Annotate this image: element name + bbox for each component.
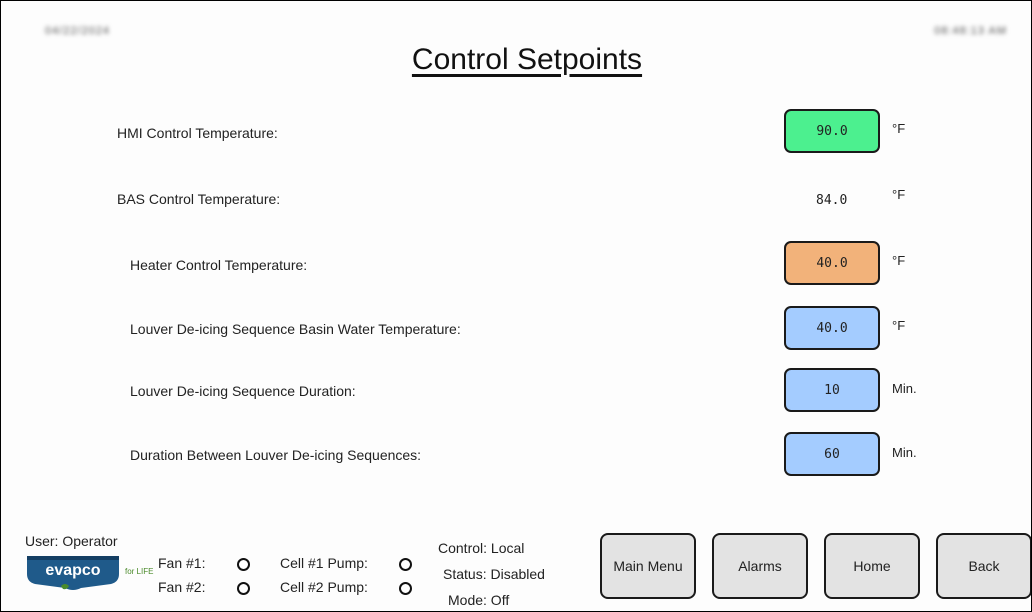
logo-wordmark: evapco <box>45 562 100 579</box>
run-status: Status: Disabled <box>443 566 545 582</box>
louver-interval-unit: Min. <box>892 445 917 460</box>
fan2-status-indicator <box>237 582 250 595</box>
bas-control-temp-value: 84.0 <box>816 193 848 208</box>
pump2-label: Cell #2 Pump: <box>280 579 368 595</box>
fan1-label: Fan #1: <box>158 555 206 571</box>
date-display: 04/22/2024 <box>45 25 111 37</box>
louver-basin-temp-unit: °F <box>892 318 906 333</box>
logo-tagline: for LIFE <box>125 567 154 576</box>
pump1-label: Cell #1 Pump: <box>280 555 368 571</box>
heater-control-temp-label: Heater Control Temperature: <box>130 257 308 273</box>
hmi-control-temp-input[interactable]: 90.0 <box>784 109 880 153</box>
louver-interval-label: Duration Between Louver De-icing Sequenc… <box>130 447 422 463</box>
heater-control-temp-unit: °F <box>892 253 906 268</box>
louver-duration-input[interactable]: 10 <box>784 368 880 412</box>
main-menu-button[interactable]: Main Menu <box>600 533 696 599</box>
evapco-logo: evapco <box>27 556 119 590</box>
hmi-screen: 04/22/2024 08:48:13 AM Control Setpoints… <box>0 0 1032 612</box>
louver-duration-unit: Min. <box>892 381 917 396</box>
hmi-control-temp-unit: °F <box>892 121 906 136</box>
louver-interval-input[interactable]: 60 <box>784 432 880 476</box>
louver-basin-temp-input[interactable]: 40.0 <box>784 306 880 350</box>
pump1-status-indicator <box>399 558 412 571</box>
hmi-control-temp-label: HMI Control Temperature: <box>117 125 278 141</box>
back-button[interactable]: Back <box>936 533 1031 599</box>
louver-basin-temp-label: Louver De-icing Sequence Basin Water Tem… <box>130 321 461 337</box>
heater-control-temp-input[interactable]: 40.0 <box>784 241 880 285</box>
user-label: User: Operator <box>25 533 118 549</box>
bas-control-temp-unit: °F <box>892 187 906 202</box>
pump2-status-indicator <box>399 582 412 595</box>
control-status: Control: Local <box>438 540 525 556</box>
fan2-label: Fan #2: <box>158 579 206 595</box>
mode-status: Mode: Off <box>448 592 510 608</box>
fan1-status-indicator <box>237 558 250 571</box>
page-title: Control Setpoints <box>411 43 643 76</box>
louver-duration-label: Louver De-icing Sequence Duration: <box>130 383 356 399</box>
alarms-button[interactable]: Alarms <box>712 533 808 599</box>
bas-control-temp-label: BAS Control Temperature: <box>117 191 281 207</box>
time-display: 08:48:13 AM <box>934 25 1007 37</box>
home-button[interactable]: Home <box>824 533 920 599</box>
